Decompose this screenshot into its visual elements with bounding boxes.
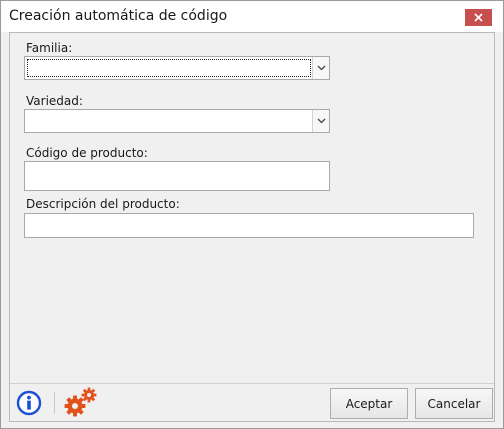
footer-separator	[10, 383, 494, 384]
accept-button[interactable]: Aceptar	[330, 388, 408, 419]
gears-icon	[64, 387, 97, 417]
descripcion-input[interactable]	[24, 213, 474, 238]
variedad-dropdown-button[interactable]	[312, 110, 329, 132]
dialog-body: Familia: Variedad: Código de producto: D…	[9, 32, 495, 422]
close-button[interactable]	[465, 9, 492, 26]
variedad-value	[27, 112, 311, 130]
title-bar: Creación automática de código	[1, 1, 503, 32]
footer-vertical-separator	[54, 392, 55, 414]
dialog-window: Creación automática de código Familia: V…	[0, 0, 504, 429]
cancel-button[interactable]: Cancelar	[415, 388, 493, 419]
descripcion-label: Descripción del producto:	[26, 197, 180, 211]
close-icon	[474, 13, 483, 22]
window-title: Creación automática de código	[9, 8, 228, 24]
familia-dropdown-button[interactable]	[312, 57, 329, 79]
variedad-combobox[interactable]	[24, 109, 330, 133]
chevron-down-icon	[317, 118, 325, 124]
settings-button[interactable]	[64, 386, 98, 422]
info-button[interactable]	[16, 390, 42, 420]
familia-label: Familia:	[26, 41, 73, 55]
familia-combobox[interactable]	[24, 56, 330, 80]
variedad-label: Variedad:	[26, 94, 83, 108]
chevron-down-icon	[317, 65, 325, 71]
info-icon	[16, 390, 42, 416]
codigo-input[interactable]	[24, 161, 330, 191]
familia-value	[27, 59, 311, 77]
codigo-label: Código de producto:	[26, 146, 148, 160]
